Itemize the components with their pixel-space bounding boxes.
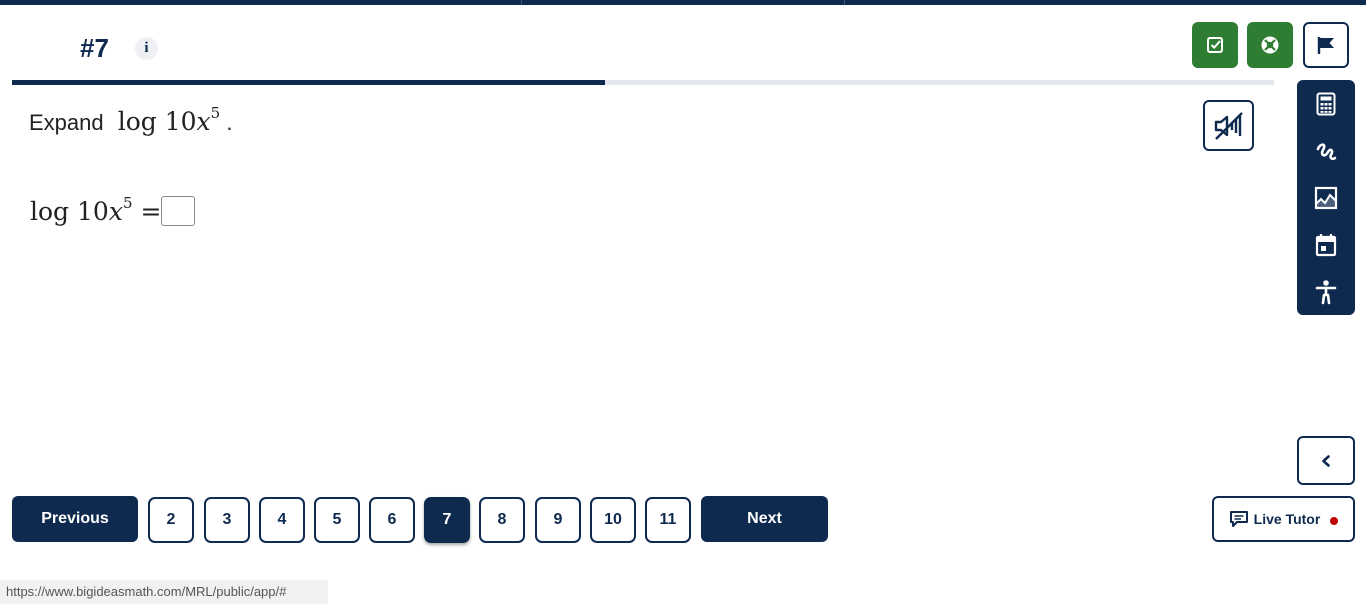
page-button-6[interactable]: 6 <box>369 497 415 543</box>
scribble-icon <box>1316 143 1337 161</box>
live-tutor-button[interactable]: Live Tutor <box>1212 496 1355 542</box>
previous-button[interactable]: Previous <box>12 496 138 542</box>
side-toolbar <box>1297 80 1355 315</box>
next-button[interactable]: Next <box>701 496 828 542</box>
eq-coef: 10 <box>77 197 109 226</box>
status-bar-url: https://www.bigideasmath.com/MRL/public/… <box>0 580 328 604</box>
info-button[interactable]: i <box>135 37 158 60</box>
collapse-panel-button[interactable] <box>1297 436 1355 485</box>
live-tutor-label: Live Tutor <box>1253 511 1321 527</box>
eq-fn: log <box>30 197 70 226</box>
page-button-5[interactable]: 5 <box>314 497 360 543</box>
page-button-7[interactable]: 7 <box>424 497 470 543</box>
eq-exp: 5 <box>122 194 133 212</box>
accessibility-button[interactable] <box>1313 279 1339 305</box>
question-prompt: Expand log 10x5 . <box>29 104 232 136</box>
prompt-period: . <box>226 110 233 135</box>
progress-fill <box>12 80 606 85</box>
top-bar-divider <box>521 0 522 5</box>
image-icon <box>1314 186 1338 210</box>
calculator-button[interactable] <box>1313 91 1339 117</box>
prompt-fn: log <box>117 107 157 136</box>
page-button-3[interactable]: 3 <box>204 497 250 543</box>
page-button-8[interactable]: 8 <box>479 497 525 543</box>
lifebuoy-icon <box>1261 36 1279 54</box>
prompt-expression: log 10x5 <box>110 104 221 136</box>
draw-button[interactable] <box>1313 138 1339 164</box>
chevron-left-icon <box>1322 454 1330 467</box>
check-answer-button[interactable] <box>1192 22 1238 68</box>
graph-button[interactable] <box>1313 185 1339 211</box>
flag-icon <box>1317 37 1334 54</box>
question-number: #7 <box>80 33 109 63</box>
page-button-9[interactable]: 9 <box>535 497 581 543</box>
eq-var: x <box>108 197 123 226</box>
check-square-icon <box>1207 37 1223 53</box>
help-button[interactable] <box>1247 22 1293 68</box>
accessibility-icon <box>1315 280 1337 305</box>
page-button-2[interactable]: 2 <box>148 497 194 543</box>
answer-input[interactable] <box>161 196 195 226</box>
chat-icon <box>1229 511 1248 527</box>
prompt-var: x <box>196 107 211 136</box>
flag-button[interactable] <box>1303 22 1349 68</box>
audio-button[interactable] <box>1203 100 1254 151</box>
eq-equals: = <box>140 197 162 226</box>
speaker-muted-icon <box>1214 111 1243 140</box>
progress-track <box>12 80 1274 85</box>
calculator-icon <box>1316 92 1336 116</box>
page-button-4[interactable]: 4 <box>259 497 305 543</box>
top-bar <box>0 0 1366 5</box>
top-bar-divider <box>844 0 845 5</box>
prompt-word: Expand <box>29 110 104 135</box>
prompt-coef: 10 <box>164 107 197 136</box>
status-dot <box>1330 517 1339 525</box>
prompt-exp: 5 <box>210 104 221 122</box>
calendar-button[interactable] <box>1313 232 1339 258</box>
calendar-icon <box>1315 234 1337 257</box>
answer-equation: log 10x5 = <box>30 194 161 226</box>
page-button-11[interactable]: 11 <box>645 497 691 543</box>
page-button-10[interactable]: 10 <box>590 497 636 543</box>
